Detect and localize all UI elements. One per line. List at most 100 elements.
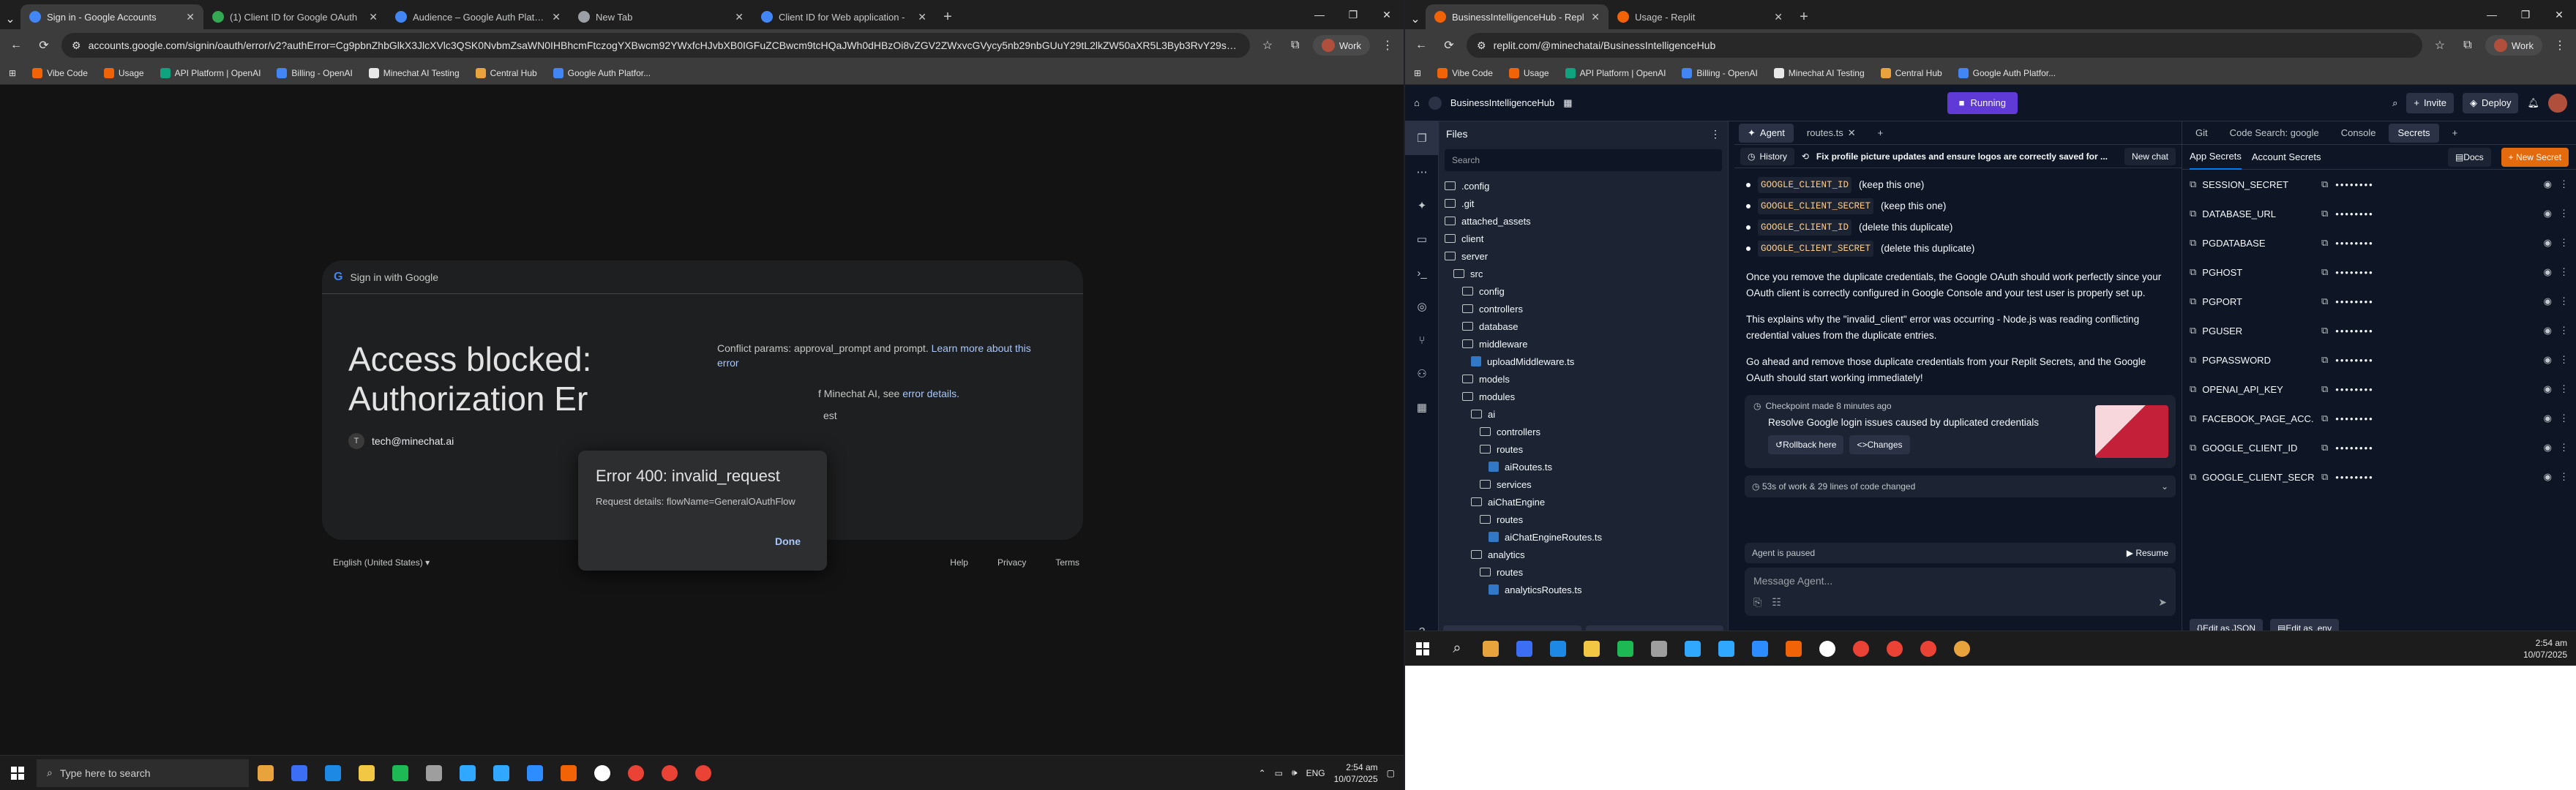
tree-item[interactable]: services (1439, 475, 1728, 493)
new-tab-button[interactable]: + (1791, 4, 1816, 29)
secret-key[interactable]: ⧉ PGPASSWORD (2190, 354, 2314, 366)
tree-item[interactable]: aiRoutes.ts (1439, 458, 1728, 475)
reload-icon[interactable]: ⟳ (34, 35, 54, 56)
tree-item[interactable]: attached_assets (1439, 212, 1728, 230)
copy-icon[interactable]: ⧉ (2190, 471, 2196, 483)
taskbar-app-icon[interactable] (1508, 631, 1541, 666)
files-search-input[interactable]: Search (1445, 149, 1722, 171)
profile-button[interactable]: Work (1312, 35, 1370, 56)
notifications-icon[interactable]: ▢ (1387, 768, 1395, 778)
help-link[interactable]: Help (950, 557, 968, 568)
volume-icon[interactable]: 🕪 (1292, 767, 1298, 778)
tree-item[interactable]: controllers (1439, 423, 1728, 440)
back-icon[interactable]: ← (1411, 35, 1431, 56)
browser-tab[interactable]: Client ID for Web application - ✕ (752, 4, 935, 29)
tree-item[interactable]: .config (1439, 177, 1728, 195)
taskbar-app-icon[interactable] (1912, 631, 1945, 666)
copy-icon[interactable]: ⧉ (2321, 325, 2329, 336)
tree-item[interactable]: modules (1439, 388, 1728, 405)
error-details-link[interactable]: error details. (902, 388, 959, 399)
thread-title[interactable]: Fix profile picture updates and ensure l… (1816, 151, 2117, 162)
bookmark-item[interactable]: Minechat AI Testing (368, 67, 460, 78)
taskbar-app-icon[interactable] (417, 756, 451, 790)
tree-item[interactable]: ai (1439, 405, 1728, 423)
bookmark-item[interactable]: Usage (103, 67, 144, 78)
eye-icon[interactable]: ◉ (2544, 471, 2552, 483)
secret-value[interactable]: ⧉ •••••••• (2321, 237, 2536, 249)
tab-agent[interactable]: ✦ Agent (1739, 123, 1794, 143)
eye-icon[interactable]: ◉ (2544, 354, 2552, 366)
bookmark-item[interactable]: Billing - OpenAI (1682, 67, 1758, 78)
tray-chevron-icon[interactable]: ⌃ (1259, 768, 1266, 778)
extensions-icon[interactable]: ⧉ (2457, 35, 2478, 56)
more-icon[interactable]: ⋮ (2559, 354, 2569, 366)
minimize-icon[interactable]: — (2475, 0, 2509, 29)
copy-icon[interactable]: ⧉ (2190, 354, 2196, 366)
secret-value[interactable]: ⧉ •••••••• (2321, 178, 2536, 190)
project-avatar[interactable] (1428, 96, 1442, 110)
tree-item[interactable]: database (1439, 317, 1728, 335)
eye-icon[interactable]: ◉ (2544, 178, 2552, 190)
copy-icon[interactable]: ⧉ (2190, 237, 2196, 249)
docs-button[interactable]: ▤ Docs (2447, 147, 2491, 167)
done-button[interactable]: Done (775, 535, 801, 547)
new-tab-button[interactable]: + (935, 4, 960, 29)
add-tab-button[interactable]: + (2444, 124, 2467, 143)
users-icon[interactable]: ⚇ (1405, 357, 1439, 391)
apps-icon[interactable]: ⊞ (1414, 68, 1421, 78)
language-indicator[interactable]: ENG (1306, 768, 1325, 778)
maximize-icon[interactable]: ❐ (2509, 0, 2542, 29)
secret-key[interactable]: ⧉ GOOGLE_CLIENT_ID (2190, 442, 2314, 454)
extensions-icon[interactable]: ⧉ (1285, 35, 1306, 56)
home-icon[interactable]: ⌂ (1414, 97, 1420, 108)
copy-icon[interactable]: ⧉ (2190, 325, 2196, 336)
copy-icon[interactable]: ⧉ (2190, 266, 2196, 278)
taskbar-app-icon[interactable] (1945, 631, 1979, 666)
copy-icon[interactable]: ⧉ (2190, 413, 2196, 424)
taskbar-app-icon[interactable] (585, 756, 619, 790)
bookmark-item[interactable]: Billing - OpenAI (277, 67, 353, 78)
secret-value[interactable]: ⧉ •••••••• (2321, 354, 2536, 366)
eye-icon[interactable]: ◉ (2544, 413, 2552, 424)
taskbar-app-icon[interactable] (1844, 631, 1878, 666)
tab-app-secrets[interactable]: App Secrets (2190, 145, 2242, 170)
eye-icon[interactable]: ◉ (2544, 208, 2552, 219)
secret-key[interactable]: ⧉ PGDATABASE (2190, 237, 2314, 249)
secret-key[interactable]: ⧉ SESSION_SECRET (2190, 178, 2314, 190)
taskbar-app-icon[interactable] (1474, 631, 1508, 666)
database-icon[interactable]: ◎ (1405, 290, 1439, 323)
back-icon[interactable]: ← (6, 35, 26, 56)
bookmark-item[interactable]: API Platform | OpenAI (1565, 67, 1666, 78)
copy-icon[interactable]: ⧉ (2321, 178, 2329, 190)
profile-button[interactable]: Work (2485, 35, 2542, 56)
windows-start-icon[interactable] (1405, 631, 1440, 666)
taskbar-app-icon[interactable] (1743, 631, 1777, 666)
taskbar-app-icon[interactable] (1575, 631, 1609, 666)
browser-tab[interactable]: Audience – Google Auth Platform ✕ (386, 4, 569, 29)
browser-tab[interactable]: New Tab ✕ (569, 4, 752, 29)
attach-icon[interactable]: ⎘ (1753, 596, 1761, 609)
close-icon[interactable]: ✕ (1848, 127, 1856, 139)
secret-value[interactable]: ⧉ •••••••• (2321, 413, 2536, 424)
maximize-icon[interactable]: ❐ (1336, 0, 1370, 29)
tab-search-icon[interactable]: ⌄ (0, 9, 20, 29)
more-icon[interactable]: ⋮ (2559, 237, 2569, 249)
network-icon[interactable]: ▭ (1275, 768, 1283, 778)
close-icon[interactable]: ✕ (735, 11, 744, 23)
menu-icon[interactable]: ⋮ (2550, 35, 2570, 56)
tree-item[interactable]: src (1439, 265, 1728, 282)
copy-icon[interactable]: ⧉ (2190, 383, 2196, 395)
taskbar-app-icon[interactable] (350, 756, 383, 790)
bookmark-star-icon[interactable]: ☆ (2430, 35, 2450, 56)
privacy-link[interactable]: Privacy (997, 557, 1026, 568)
secret-key[interactable]: ⧉ PGHOST (2190, 266, 2314, 278)
taskbar-app-icon[interactable] (316, 756, 350, 790)
rollback-button[interactable]: ↺ Rollback here (1768, 435, 1844, 454)
tree-item[interactable]: models (1439, 370, 1728, 388)
screenshot-thumbnail[interactable] (2095, 405, 2168, 458)
dots-icon[interactable]: ⋯ (1405, 155, 1439, 189)
minimize-icon[interactable]: — (1303, 0, 1336, 29)
taskbar-app-icon[interactable] (484, 756, 518, 790)
copy-icon[interactable]: ⧉ (2190, 442, 2196, 454)
deploy-button[interactable]: ◈ Deploy (2463, 92, 2519, 113)
